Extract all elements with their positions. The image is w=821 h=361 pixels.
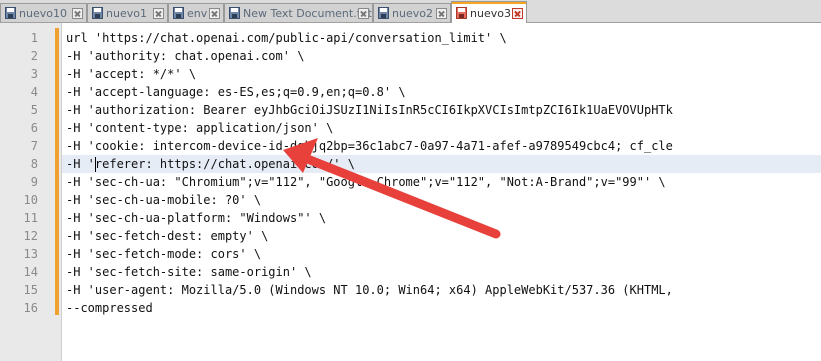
code-line[interactable]: -H 'authorization: Bearer eyJhbGciOiJSUz…	[66, 101, 673, 119]
tab-env[interactable]: env	[168, 3, 224, 22]
line-number: 14	[23, 265, 38, 279]
code-line[interactable]: -H 'user-agent: Mozilla/5.0 (Windows NT …	[66, 281, 673, 299]
saved-file-icon	[378, 7, 389, 19]
line-number: 7	[30, 139, 38, 153]
code-line[interactable]: -H 'sec-fetch-dest: empty' \	[66, 227, 268, 245]
tab-new-text-document[interactable]: New Text Document.txt	[224, 3, 373, 22]
line-number-gutter: 1 2 3 4 5 6 7 8 9 10 11 12 13 14 15 16	[0, 23, 62, 361]
line-number: 8	[30, 157, 38, 171]
code-line[interactable]: -H 'cookie: intercom-device-id-dgkjq2bp=…	[66, 137, 673, 155]
tab-label: nuevo3	[470, 7, 511, 20]
line-number: 1	[30, 31, 38, 45]
active-tab-indicator	[452, 2, 526, 4]
line-number: 4	[30, 85, 38, 99]
code-line[interactable]: -H 'content-type: application/json' \	[66, 119, 333, 137]
unsaved-file-icon	[456, 7, 467, 19]
tab-label: env	[187, 7, 208, 20]
code-line[interactable]: -H 'referer: https://chat.openai.com/' \	[66, 155, 355, 173]
line-number: 12	[23, 229, 38, 243]
line-number: 16	[23, 301, 38, 315]
tab-nuevo2[interactable]: nuevo2	[373, 3, 451, 22]
saved-file-icon	[229, 7, 240, 19]
saved-file-icon	[173, 7, 184, 19]
line-number: 10	[23, 193, 38, 207]
close-tab-icon[interactable]	[512, 8, 523, 19]
line-number: 3	[30, 67, 38, 81]
tab-label: nuevo1	[106, 7, 147, 20]
saved-file-icon	[92, 7, 103, 19]
code-line[interactable]: -H 'sec-fetch-mode: cors' \	[66, 245, 261, 263]
line-number: 6	[30, 121, 38, 135]
code-line[interactable]: -H 'authority: chat.openai.com' \	[66, 47, 304, 65]
line-number: 9	[30, 175, 38, 189]
line-number: 2	[30, 49, 38, 63]
close-tab-icon[interactable]	[358, 8, 369, 19]
close-tab-icon[interactable]	[72, 8, 83, 19]
change-history-marker	[55, 28, 59, 315]
close-tab-icon[interactable]	[153, 8, 164, 19]
saved-file-icon	[5, 7, 16, 19]
tab-bar: nuevo10 nuevo1 env New Text Document.txt…	[0, 0, 821, 23]
line-number: 11	[23, 211, 38, 225]
code-line[interactable]: -H 'accept: */*' \	[66, 65, 196, 83]
close-tab-icon[interactable]	[436, 8, 447, 19]
code-line[interactable]: url 'https://chat.openai.com/public-api/…	[66, 29, 507, 47]
tab-label: nuevo10	[19, 7, 67, 20]
close-tab-icon[interactable]	[209, 8, 220, 19]
line-number: 5	[30, 103, 38, 117]
line-number: 15	[23, 283, 38, 297]
tab-nuevo1[interactable]: nuevo1	[87, 3, 168, 22]
code-line[interactable]: -H 'sec-fetch-site: same-origin' \	[66, 263, 312, 281]
tab-label: New Text Document.txt	[243, 7, 372, 20]
line-number: 13	[23, 247, 38, 261]
text-caret	[94, 157, 96, 172]
tab-nuevo3[interactable]: nuevo3	[451, 1, 527, 23]
code-line[interactable]: --compressed	[66, 299, 153, 317]
tab-label: nuevo2	[392, 7, 433, 20]
tab-nuevo10[interactable]: nuevo10	[0, 3, 87, 22]
code-line[interactable]: -H 'sec-ch-ua: "Chromium";v="112", "Goog…	[66, 173, 666, 191]
code-line[interactable]: -H 'sec-ch-ua-mobile: ?0' \	[66, 191, 261, 209]
code-line[interactable]: -H 'accept-language: es-ES,es;q=0.9,en;q…	[66, 83, 406, 101]
code-line[interactable]: -H 'sec-ch-ua-platform: "Windows"' \	[66, 209, 326, 227]
text-editor[interactable]: url 'https://chat.openai.com/public-api/…	[62, 23, 821, 361]
